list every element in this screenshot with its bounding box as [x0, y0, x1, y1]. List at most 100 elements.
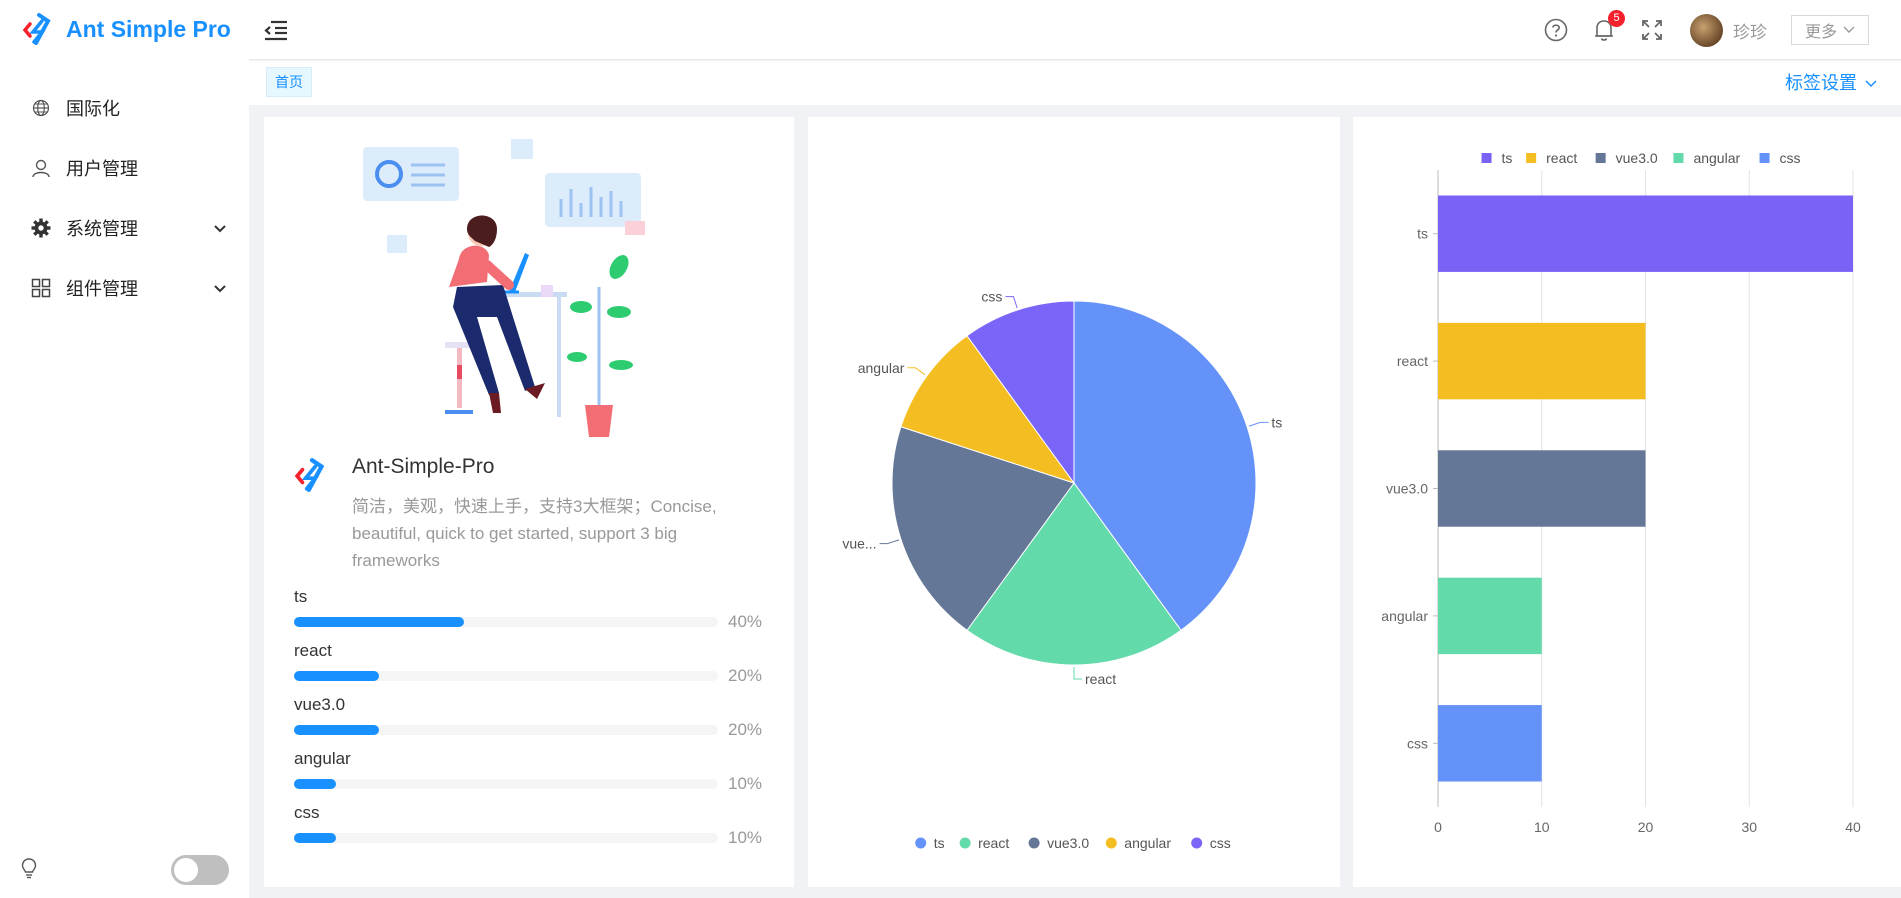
app-logo[interactable]: Ant Simple Pro: [22, 11, 231, 47]
skill-name: react: [294, 641, 332, 660]
skill-item: css 10%: [294, 803, 764, 857]
progress-fill: [294, 779, 337, 789]
chevron-down-icon: [213, 218, 227, 239]
y-tick-label: css: [1407, 735, 1428, 751]
theme-toggle[interactable]: [171, 855, 229, 885]
app-title: Ant Simple Pro: [66, 15, 231, 42]
legend-label: ts: [1502, 150, 1513, 166]
sidebar-footer: [0, 842, 249, 898]
progress-bar: [294, 833, 718, 843]
developer-illustration: [363, 139, 645, 437]
legend-label: css: [1780, 150, 1801, 166]
tag-settings-dropdown[interactable]: 标签设置: [1785, 69, 1877, 95]
more-label: 更多: [1804, 24, 1837, 41]
x-tick-label: 0: [1434, 819, 1442, 835]
legend-label: css: [1210, 835, 1231, 851]
sidebar-item-label: 组件管理: [66, 279, 138, 299]
progress-bar: [294, 725, 718, 735]
legend-marker: [1595, 153, 1606, 163]
x-tick-label: 20: [1638, 819, 1654, 835]
x-tick-label: 40: [1845, 819, 1861, 835]
legend-marker: [1105, 837, 1117, 849]
pie-label-line: [1005, 296, 1018, 309]
legend-label: react: [1546, 150, 1577, 166]
menu-fold-icon[interactable]: [263, 18, 289, 42]
skill-item: vue3.0 20%: [294, 695, 764, 749]
y-tick-label: react: [1397, 353, 1428, 369]
skill-name: ts: [294, 587, 308, 606]
progress-fill: [294, 617, 464, 627]
project-logo-icon: [294, 458, 325, 492]
globe-icon: [30, 97, 52, 119]
progress-bar: [294, 779, 718, 789]
legend-label: angular: [1124, 835, 1171, 851]
legend-marker: [1526, 153, 1537, 163]
notification-badge: 5: [1608, 10, 1625, 27]
pie-slice-label: css: [981, 289, 1002, 305]
sidebar-menu: 国际化 用户管理 系统管理 组件管理: [0, 78, 249, 318]
bulb-icon[interactable]: [20, 857, 38, 884]
sidebar: Ant Simple Pro 国际化 用户管理 系统管理 组件管理: [0, 0, 249, 898]
sidebar-item-label: 系统管理: [66, 219, 138, 239]
legend-label: vue3.0: [1616, 150, 1658, 166]
sidebar-item-users[interactable]: 用户管理: [0, 138, 249, 198]
progress-bar: [294, 671, 718, 681]
skill-percent: 20%: [728, 666, 763, 685]
skill-percent: 20%: [728, 720, 763, 739]
legend-marker: [959, 837, 971, 849]
bar-react: [1438, 322, 1646, 400]
more-dropdown-button[interactable]: 更多: [1791, 15, 1869, 45]
progress-fill: [294, 671, 379, 681]
pie-chart: ts react vue... angular css ts react vue3.0 angu…: [842, 289, 1282, 851]
pie-slice-label: react: [1085, 671, 1116, 687]
tags-bar: 首页 标签设置: [249, 61, 1901, 105]
sidebar-item-components[interactable]: 组件管理: [0, 258, 249, 318]
header-actions: 5 珍珍 更多: [1532, 0, 1901, 60]
user-icon: [30, 157, 52, 179]
legend-marker: [915, 837, 927, 849]
chevron-down-icon: [213, 278, 227, 299]
legend-label: angular: [1693, 150, 1740, 166]
skill-item: react 20%: [294, 641, 764, 695]
skill-progress-list: ts 40% react 20% vue3.0 20% angular 10% css 10%: [294, 587, 764, 857]
legend-label: react: [978, 835, 1009, 851]
sidebar-item-i18n[interactable]: 国际化: [0, 78, 249, 138]
sidebar-item-label: 国际化: [66, 99, 120, 119]
skill-item: ts 40%: [294, 587, 764, 641]
y-tick-label: ts: [1417, 226, 1428, 242]
avatar[interactable]: [1690, 13, 1723, 47]
y-tick-label: vue3.0: [1386, 481, 1428, 497]
fullscreen-icon[interactable]: [1639, 17, 1665, 43]
skill-name: css: [294, 803, 320, 822]
user-name[interactable]: 珍珍: [1733, 18, 1767, 43]
y-tick-label: angular: [1381, 608, 1428, 624]
pie-slice-label: vue...: [842, 536, 876, 552]
skill-percent: 40%: [728, 612, 763, 631]
pie-slice-label: angular: [858, 360, 905, 376]
project-title: Ant-Simple-Pro: [352, 455, 495, 478]
tag-home[interactable]: 首页: [266, 67, 312, 97]
bar-chart-card: 0 10 20 30 40 ts react vue3.0 angular css ts react v…: [1353, 117, 1901, 887]
chevron-down-icon: [1843, 21, 1855, 39]
bar-angular: [1438, 577, 1542, 655]
top-header: 5 珍珍 更多: [249, 0, 1901, 60]
skill-name: vue3.0: [294, 695, 346, 714]
skill-name: angular: [294, 749, 351, 768]
legend-marker: [1673, 153, 1684, 163]
project-card: Ant-Simple-Pro 简洁，美观，快速上手，支持3大框架；Concise…: [264, 117, 794, 887]
sidebar-item-system[interactable]: 系统管理: [0, 198, 249, 258]
legend-marker: [1191, 837, 1203, 849]
skill-percent: 10%: [728, 828, 763, 847]
bell-icon[interactable]: 5: [1591, 10, 1625, 43]
skill-item: angular 10%: [294, 749, 764, 803]
legend-marker: [1759, 153, 1770, 163]
appstore-icon: [30, 277, 52, 299]
question-icon[interactable]: [1543, 17, 1569, 43]
chevron-down-icon: [1865, 72, 1877, 93]
progress-fill: [294, 725, 379, 735]
x-tick-label: 10: [1534, 819, 1550, 835]
progress-bar: [294, 617, 718, 627]
legend-label: ts: [934, 835, 945, 851]
sidebar-item-label: 用户管理: [66, 159, 138, 179]
project-description: 简洁，美观，快速上手，支持3大框架；Concise, beautiful, qu…: [352, 497, 717, 570]
